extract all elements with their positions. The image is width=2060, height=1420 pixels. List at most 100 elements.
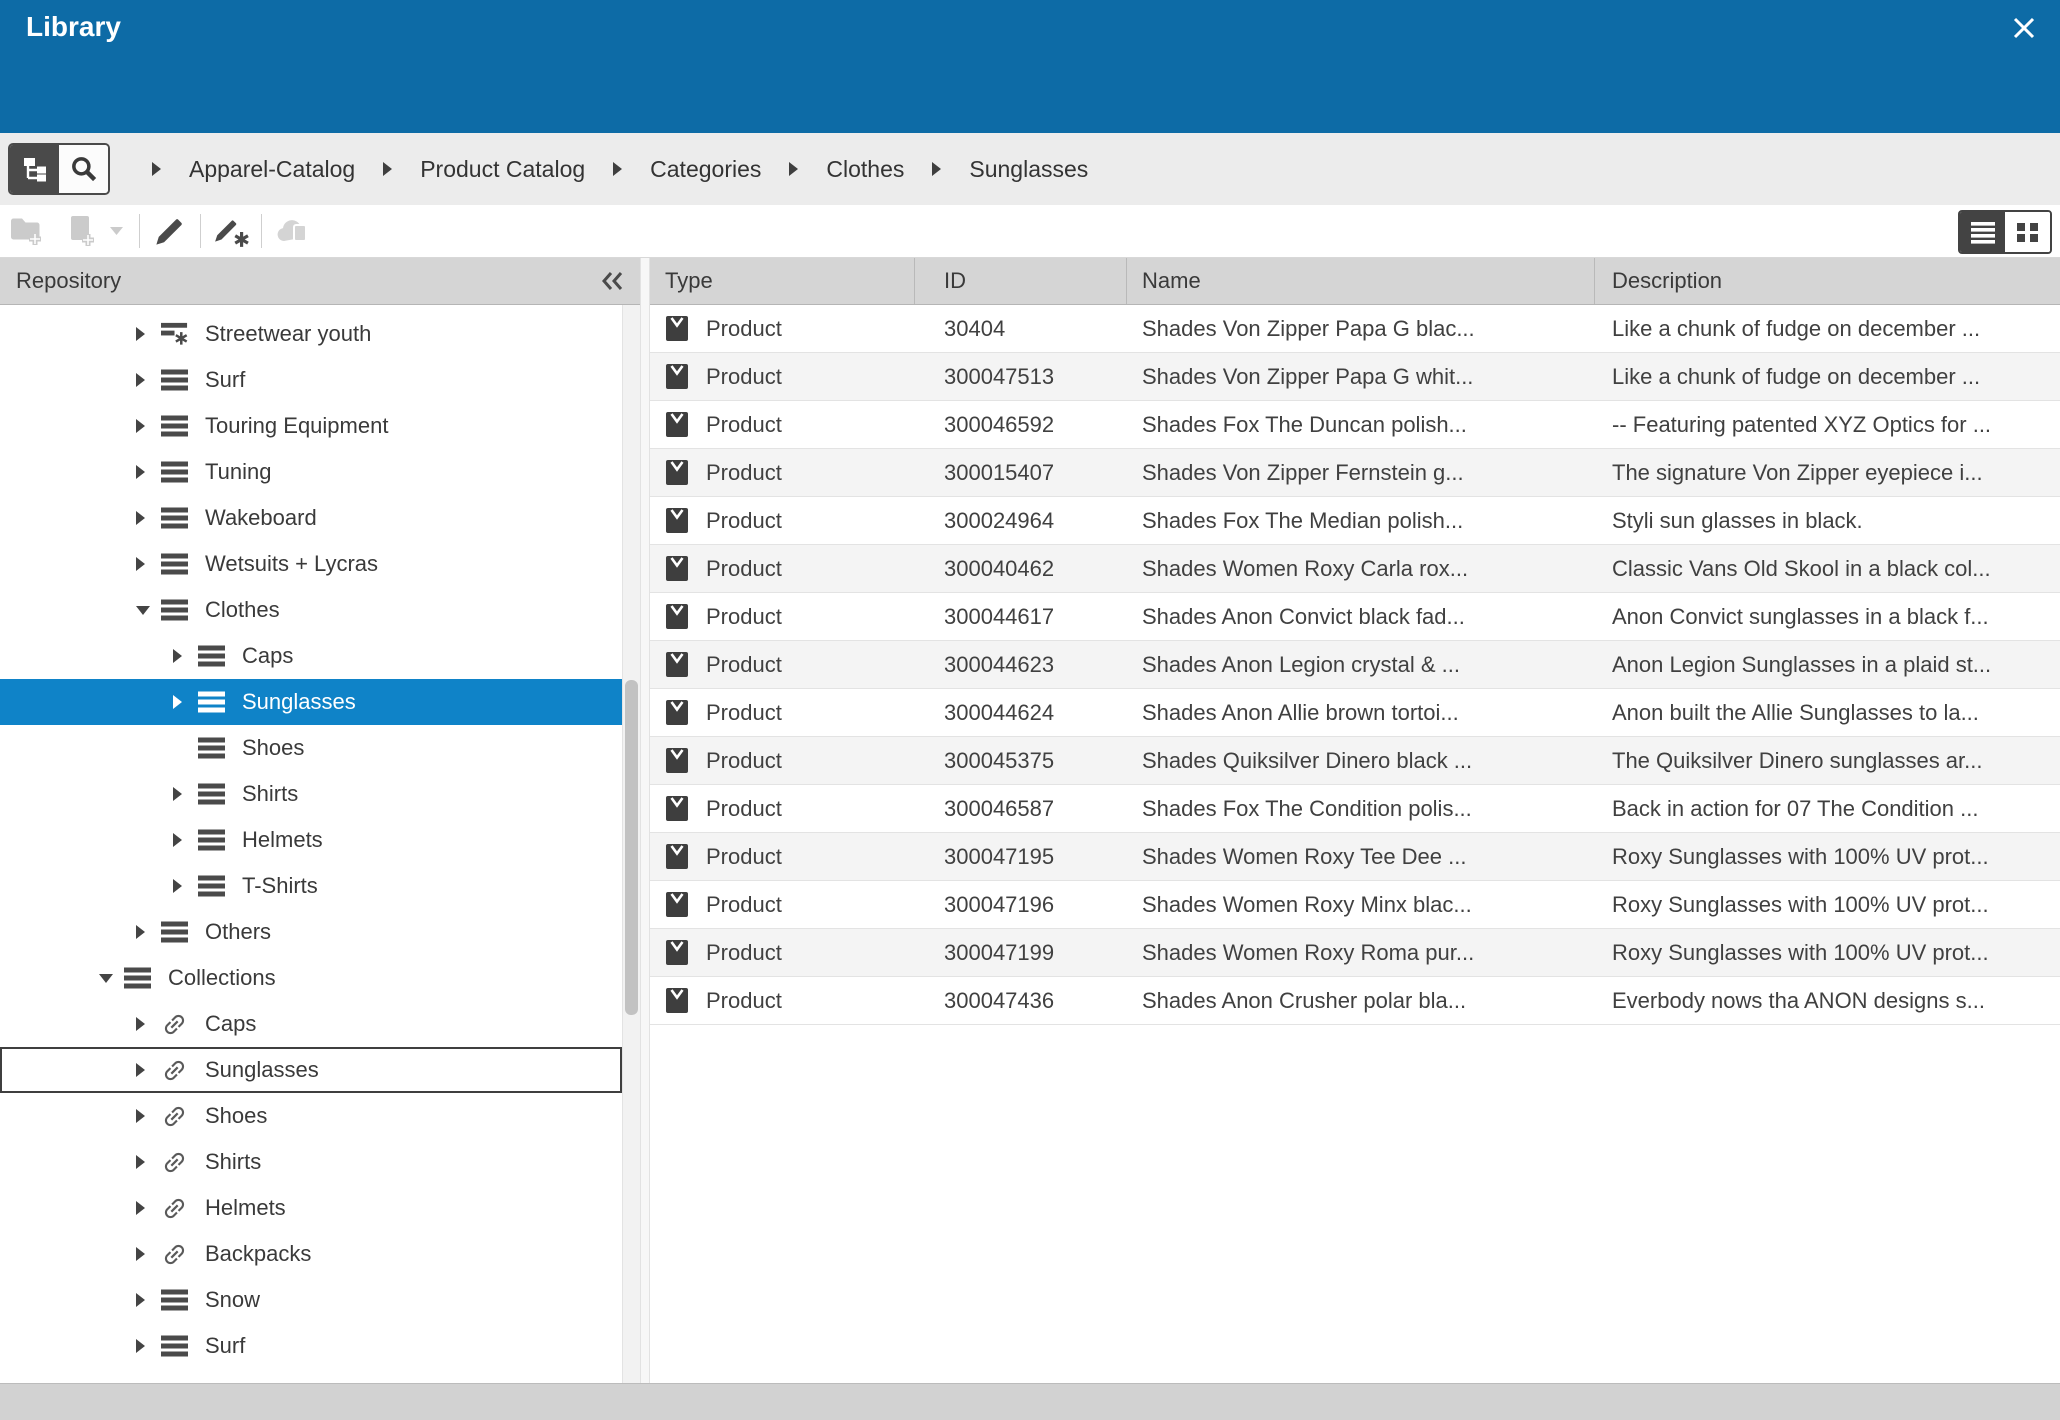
- tree-item-shirts[interactable]: Shirts: [0, 771, 622, 817]
- expander-collapsed-icon[interactable]: [172, 832, 183, 848]
- tree-item-clothes[interactable]: Clothes: [0, 587, 622, 633]
- expander-collapsed-icon[interactable]: [135, 1246, 146, 1262]
- tree-item-tuning[interactable]: Tuning: [0, 449, 622, 495]
- expander-collapsed-icon[interactable]: [172, 878, 183, 894]
- expander-expanded-icon[interactable]: [98, 973, 114, 984]
- tree-expander[interactable]: [98, 973, 115, 984]
- expander-collapsed-icon[interactable]: [172, 786, 183, 802]
- table-row[interactable]: Product300047513Shades Von Zipper Papa G…: [650, 353, 2060, 401]
- tree-item-surf[interactable]: Surf: [0, 357, 622, 403]
- tree-expander[interactable]: [135, 556, 152, 572]
- withdraw-button[interactable]: [271, 211, 313, 251]
- expander-expanded-icon[interactable]: [135, 605, 151, 616]
- expander-collapsed-icon[interactable]: [135, 372, 146, 388]
- table-row[interactable]: Product300047196Shades Women Roxy Minx b…: [650, 881, 2060, 929]
- tree-item-wakeboard[interactable]: Wakeboard: [0, 495, 622, 541]
- tree-expander[interactable]: [135, 1108, 152, 1124]
- expander-collapsed-icon[interactable]: [172, 694, 183, 710]
- tree-item-caps[interactable]: Caps: [0, 1001, 622, 1047]
- tree-item-surf[interactable]: Surf: [0, 1323, 622, 1369]
- breadcrumb-item[interactable]: Product Catalog: [420, 156, 585, 183]
- expander-collapsed-icon[interactable]: [135, 1200, 146, 1216]
- tree-expander[interactable]: [135, 1246, 152, 1262]
- tree-expander[interactable]: [135, 1016, 152, 1032]
- new-content-menu-button[interactable]: [102, 211, 130, 251]
- tree-item-helmets[interactable]: Helmets: [0, 1185, 622, 1231]
- tree-item-sunglasses[interactable]: Sunglasses: [0, 1047, 622, 1093]
- column-header-name[interactable]: Name: [1127, 258, 1595, 304]
- expander-collapsed-icon[interactable]: [135, 418, 146, 434]
- thumbnail-view-button[interactable]: [2005, 212, 2050, 252]
- tree-expander[interactable]: [135, 1062, 152, 1078]
- tree-item-touring-equipment[interactable]: Touring Equipment: [0, 403, 622, 449]
- tree-item-sunglasses[interactable]: Sunglasses: [0, 679, 622, 725]
- tree-scrollbar[interactable]: [622, 305, 640, 1383]
- tree-item-snow[interactable]: Snow: [0, 1277, 622, 1323]
- tree-expander[interactable]: [135, 418, 152, 434]
- expander-collapsed-icon[interactable]: [135, 1154, 146, 1170]
- tree-expander[interactable]: [172, 694, 189, 710]
- column-header-id[interactable]: ID: [915, 258, 1127, 304]
- table-row[interactable]: Product300047436Shades Anon Crusher pola…: [650, 977, 2060, 1025]
- expander-collapsed-icon[interactable]: [135, 1062, 146, 1078]
- tree-expander[interactable]: [135, 372, 152, 388]
- table-row[interactable]: Product300046587Shades Fox The Condition…: [650, 785, 2060, 833]
- tree-expander[interactable]: [135, 605, 152, 616]
- expander-collapsed-icon[interactable]: [135, 464, 146, 480]
- tree-expander[interactable]: [172, 786, 189, 802]
- tree-expander[interactable]: [135, 1200, 152, 1216]
- edit-button[interactable]: [149, 211, 191, 251]
- breadcrumb-item[interactable]: Categories: [650, 156, 761, 183]
- new-folder-button[interactable]: [6, 211, 48, 251]
- tree-item-wetsuits-lycras[interactable]: Wetsuits + Lycras: [0, 541, 622, 587]
- collapse-panel-button[interactable]: [598, 268, 626, 294]
- tree-expander[interactable]: [172, 878, 189, 894]
- annotate-button[interactable]: [210, 211, 252, 251]
- tree-item-shirts[interactable]: Shirts: [0, 1139, 622, 1185]
- tree-expander[interactable]: [172, 648, 189, 664]
- tree-item-streetwear-youth[interactable]: Streetwear youth: [0, 311, 622, 357]
- tree-item-caps[interactable]: Caps: [0, 633, 622, 679]
- expander-collapsed-icon[interactable]: [135, 1292, 146, 1308]
- expander-collapsed-icon[interactable]: [172, 648, 183, 664]
- table-row[interactable]: Product300047199Shades Women Roxy Roma p…: [650, 929, 2060, 977]
- search-mode-button[interactable]: [59, 145, 108, 193]
- close-button[interactable]: [2006, 10, 2042, 46]
- table-row[interactable]: Product30404Shades Von Zipper Papa G bla…: [650, 305, 2060, 353]
- expander-collapsed-icon[interactable]: [135, 1016, 146, 1032]
- tree-item-t-shirts[interactable]: T-Shirts: [0, 863, 622, 909]
- tree-expander[interactable]: [172, 832, 189, 848]
- table-row[interactable]: Product300044624Shades Anon Allie brown …: [650, 689, 2060, 737]
- table-row[interactable]: Product300015407Shades Von Zipper Fernst…: [650, 449, 2060, 497]
- new-content-button[interactable]: [60, 211, 102, 251]
- tree-item-shoes[interactable]: Shoes: [0, 725, 622, 771]
- expander-collapsed-icon[interactable]: [135, 510, 146, 526]
- tree-expander[interactable]: [135, 1292, 152, 1308]
- expander-collapsed-icon[interactable]: [135, 924, 146, 940]
- tree-item-collections[interactable]: Collections: [0, 955, 622, 1001]
- expander-collapsed-icon[interactable]: [135, 1108, 146, 1124]
- breadcrumb-item[interactable]: Clothes: [826, 156, 904, 183]
- tree-item-others[interactable]: Others: [0, 909, 622, 955]
- tree-expander[interactable]: [135, 510, 152, 526]
- table-row[interactable]: Product300044617Shades Anon Convict blac…: [650, 593, 2060, 641]
- tree-scrollbar-thumb[interactable]: [625, 680, 638, 1015]
- tree-expander[interactable]: [135, 464, 152, 480]
- column-header-description[interactable]: Description: [1595, 258, 2060, 304]
- tree-expander[interactable]: [135, 1338, 152, 1354]
- tree-expander[interactable]: [135, 924, 152, 940]
- table-row[interactable]: Product300045375Shades Quiksilver Dinero…: [650, 737, 2060, 785]
- table-row[interactable]: Product300046592Shades Fox The Duncan po…: [650, 401, 2060, 449]
- table-row[interactable]: Product300040462Shades Women Roxy Carla …: [650, 545, 2060, 593]
- tree-expander[interactable]: [135, 1154, 152, 1170]
- expander-collapsed-icon[interactable]: [135, 556, 146, 572]
- expander-collapsed-icon[interactable]: [135, 1338, 146, 1354]
- tree-mode-button[interactable]: [10, 145, 59, 193]
- table-row[interactable]: Product300044623Shades Anon Legion cryst…: [650, 641, 2060, 689]
- table-row[interactable]: Product300047195Shades Women Roxy Tee De…: [650, 833, 2060, 881]
- breadcrumb-item[interactable]: Apparel-Catalog: [189, 156, 355, 183]
- column-header-type[interactable]: Type: [650, 258, 915, 304]
- tree-item-helmets[interactable]: Helmets: [0, 817, 622, 863]
- list-view-button[interactable]: [1960, 212, 2005, 252]
- panel-splitter[interactable]: [640, 258, 650, 1383]
